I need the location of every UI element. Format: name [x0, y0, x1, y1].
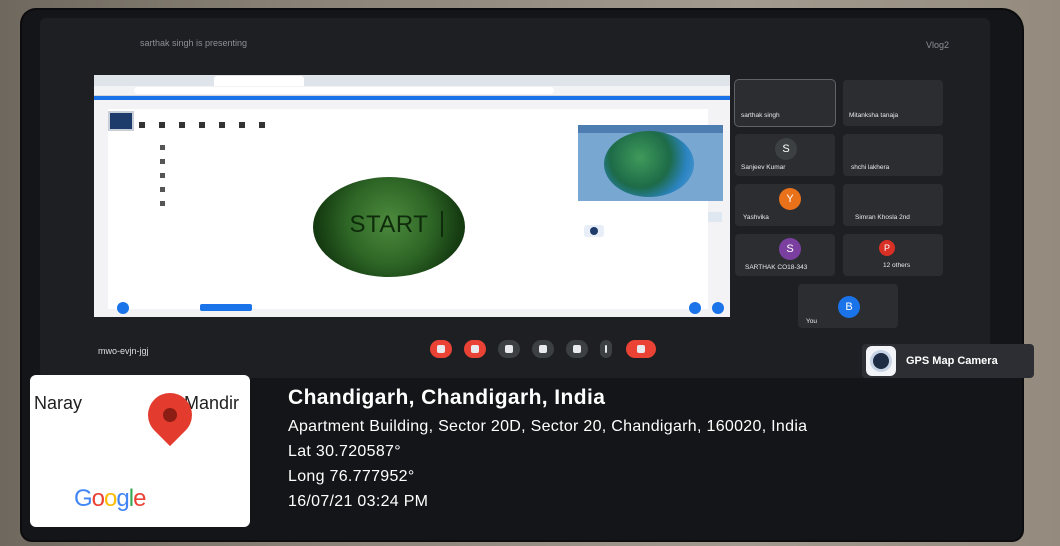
participant-name: shchi lakhera	[851, 164, 890, 171]
self-tile[interactable]: B You	[798, 284, 898, 328]
browser-tab-bar	[94, 75, 730, 86]
participant-name: Sanjeev Kumar	[741, 164, 786, 171]
location-city: Chandigarh, Chandigarh, India	[288, 386, 606, 409]
participant-tile[interactable]: S Sanjeev Kumar	[735, 134, 835, 176]
add-icon[interactable]	[689, 302, 701, 314]
shape-tool-icon[interactable]	[160, 187, 165, 192]
participant-name: Mitanksha tanaja	[849, 112, 899, 119]
tool-icon[interactable]	[159, 122, 165, 128]
location-datetime: 16/07/21 03:24 PM	[288, 493, 429, 510]
meeting-code: mwo-evjn-jgj	[98, 346, 149, 356]
map-poi-label: Mandir	[184, 393, 240, 413]
participant-name: sarthak singh	[741, 112, 780, 119]
participant-name: Simran Khosla 2nd	[855, 214, 910, 221]
google-logo: Google	[74, 485, 146, 512]
avatar: S	[775, 138, 797, 160]
avatar: B	[838, 296, 860, 318]
camera-toggle-icon[interactable]	[584, 225, 604, 237]
participant-tile[interactable]: shchi lakhera	[843, 134, 943, 176]
tool-icon[interactable]	[179, 122, 185, 128]
pen-tool-icon[interactable]	[160, 159, 165, 164]
participant-name: You	[806, 318, 817, 325]
tool-icon[interactable]	[239, 122, 245, 128]
tool-palette	[156, 145, 196, 215]
participant-tile[interactable]: sarthak singh	[735, 80, 835, 126]
tool-icon[interactable]	[199, 122, 205, 128]
globe-image	[578, 125, 723, 201]
tool-icon[interactable]	[219, 122, 225, 128]
captions-button[interactable]	[498, 340, 520, 358]
drawing-toolbar	[139, 115, 399, 128]
location-longitude: Long 76.777952°	[288, 468, 415, 485]
zoom-icon[interactable]	[712, 302, 724, 314]
camera-off-button[interactable]	[464, 340, 486, 358]
avatar: P	[879, 240, 895, 256]
chat-icon[interactable]	[117, 302, 129, 314]
eraser-tool-icon[interactable]	[160, 201, 165, 206]
present-button[interactable]	[566, 340, 588, 358]
leave-call-button[interactable]	[626, 340, 656, 358]
participant-tile[interactable]: Mitanksha tanaja	[843, 80, 943, 126]
participant-tile[interactable]: S SARTHAK CO18-343	[735, 234, 835, 276]
location-info: Chandigarh, Chandigarh, India Apartment …	[288, 386, 807, 511]
slide-thumbnail[interactable]	[108, 111, 134, 131]
participant-name: SARTHAK CO18-343	[745, 264, 808, 271]
address-bar	[94, 86, 730, 96]
brush-tool-icon[interactable]	[160, 173, 165, 178]
url-field[interactable]	[134, 87, 554, 94]
text-cursor	[441, 211, 443, 237]
select-tool-icon[interactable]	[160, 145, 165, 150]
close-icon[interactable]	[708, 212, 722, 222]
start-button-graphic: START	[313, 177, 465, 277]
participant-tile[interactable]: Simran Khosla 2nd	[843, 184, 943, 226]
camera-icon	[866, 346, 896, 376]
app-header-strip	[94, 96, 730, 100]
presenter-notice: sarthak singh is presenting	[140, 38, 248, 48]
raise-hand-button[interactable]	[532, 340, 554, 358]
earth-icon	[604, 131, 694, 197]
browser-tab[interactable]	[214, 76, 304, 86]
participant-name: 12 others	[883, 262, 911, 269]
avatar: Y	[779, 188, 801, 210]
tool-icon[interactable]	[139, 122, 145, 128]
map-poi-label: Naray	[34, 393, 83, 413]
mic-off-button[interactable]	[430, 340, 452, 358]
top-right-label: Vlog2	[926, 40, 950, 50]
more-options-button[interactable]	[600, 340, 612, 358]
participant-tile[interactable]: Y Yashvika	[735, 184, 835, 226]
gps-app-label: GPS Map Camera	[906, 355, 998, 367]
avatar: S	[779, 238, 801, 260]
gps-app-badge: GPS Map Camera	[862, 344, 1034, 378]
location-latitude: Lat 30.720587°	[288, 443, 401, 460]
participant-tile[interactable]: P 12 others	[843, 234, 943, 276]
screen-action-button[interactable]	[200, 304, 252, 311]
map-thumbnail: Naray Mandir Google	[30, 375, 250, 527]
location-address: Apartment Building, Sector 20D, Sector 2…	[288, 418, 808, 435]
photo-background: sarthak singh is presenting Vlog2 START	[0, 0, 1060, 546]
tool-icon[interactable]	[259, 122, 265, 128]
call-controls	[430, 340, 670, 360]
participant-name: Yashvika	[743, 214, 769, 221]
